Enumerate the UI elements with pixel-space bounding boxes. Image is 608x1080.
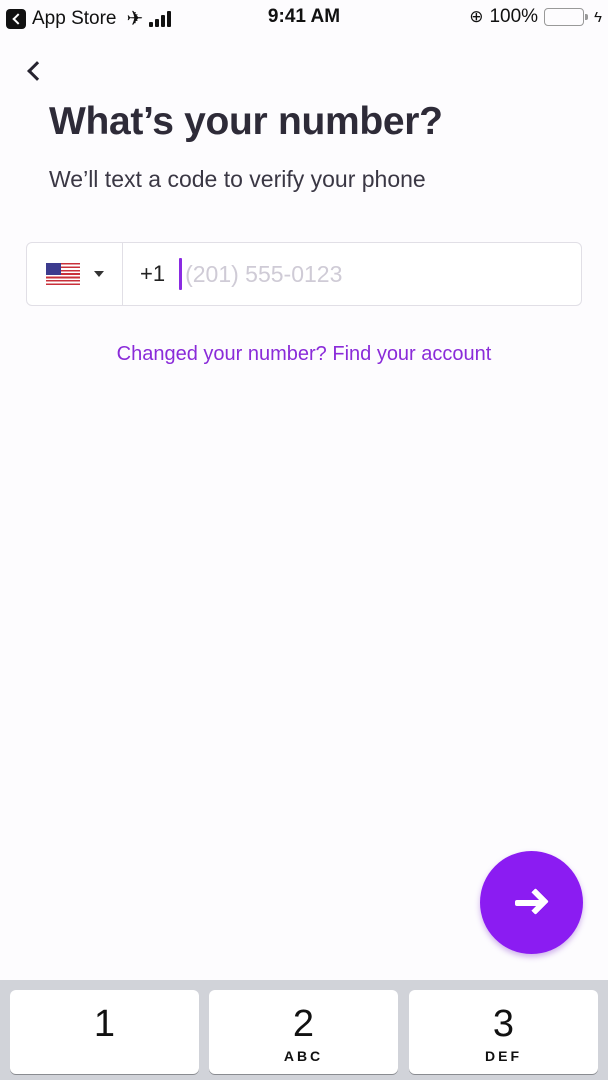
key-1[interactable]: 1 xyxy=(10,990,199,1074)
next-button[interactable] xyxy=(480,851,583,954)
key-2[interactable]: 2 ABC xyxy=(209,990,398,1074)
numeric-keyboard: 1 2 ABC 3 DEF xyxy=(0,980,608,1080)
phone-input[interactable] xyxy=(185,260,566,288)
dial-code: +1 xyxy=(140,261,166,286)
key-letters: DEF xyxy=(485,1048,522,1064)
key-number: 2 xyxy=(292,1003,315,1045)
status-bar: App Store ✈ 9:41 AM ⊕ 100% ϟ xyxy=(0,0,608,34)
arrow-right-icon xyxy=(514,887,549,917)
phone-field: +1 xyxy=(26,242,582,306)
key-letters: ABC xyxy=(283,1048,324,1064)
key-number: 1 xyxy=(93,1003,116,1045)
battery-percent: 100% xyxy=(489,6,539,27)
us-flag-icon xyxy=(45,263,80,285)
orientation-lock-icon: ⊕ xyxy=(469,7,484,26)
screen: App Store ✈ 9:41 AM ⊕ 100% ϟ What’s your… xyxy=(0,0,608,1080)
key-number: 3 xyxy=(492,1003,515,1045)
page-title: What’s your number? xyxy=(49,100,443,143)
charging-icon: ϟ xyxy=(594,8,602,26)
page-subtitle: We’ll text a code to verify your phone xyxy=(49,166,426,192)
find-account-link[interactable]: Changed your number? Find your account xyxy=(0,343,608,366)
chevron-left-icon[interactable] xyxy=(22,56,46,84)
status-right: ⊕ 100% ϟ xyxy=(469,6,602,28)
country-select[interactable] xyxy=(27,243,123,305)
caret-down-icon xyxy=(93,271,104,277)
battery-icon xyxy=(544,8,589,26)
text-cursor xyxy=(179,258,183,290)
key-3[interactable]: 3 DEF xyxy=(409,990,598,1074)
